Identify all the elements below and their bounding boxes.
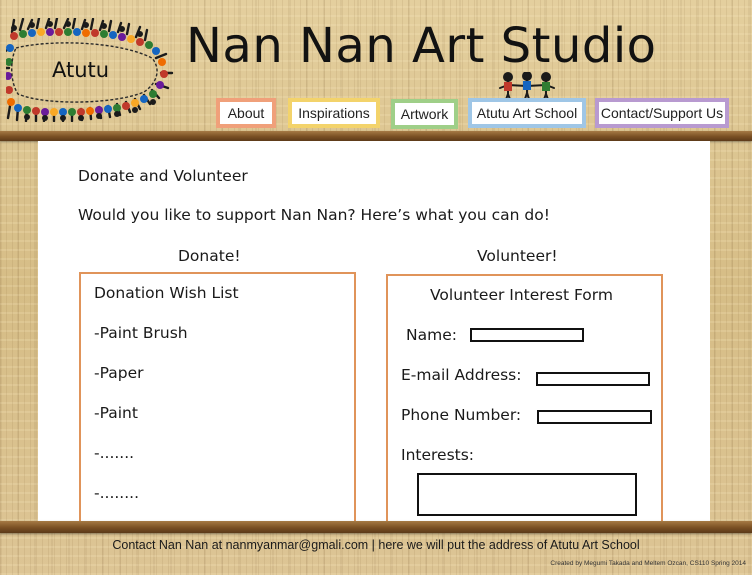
volunteer-form-box: Volunteer Interest Form Name: E-mail Add… [386, 274, 663, 527]
wood-plank-bottom [0, 521, 752, 533]
volunteer-form-title: Volunteer Interest Form [430, 286, 613, 304]
list-item: -Paint [94, 404, 138, 422]
interests-textarea[interactable] [417, 473, 637, 516]
phone-input[interactable] [537, 410, 652, 424]
donation-wish-list-box: Donation Wish List -Paint Brush -Paper -… [79, 272, 356, 527]
list-item: -Paper [94, 364, 144, 382]
name-label: Name: [406, 326, 457, 344]
site-header: Atutu Nan Nan Art Studio About Inspirati… [0, 0, 752, 135]
nav-atutu-art-school[interactable]: Atutu Art School [468, 98, 586, 128]
site-title: Nan Nan Art Studio [186, 18, 657, 74]
main-content: Donate and Volunteer Would you like to s… [38, 141, 710, 527]
donate-title: Donate! [178, 247, 241, 265]
intro-text: Would you like to support Nan Nan? Here’… [78, 206, 550, 224]
email-input[interactable] [536, 372, 650, 386]
list-item: -Paint Brush [94, 324, 188, 342]
logo-text: Atutu [52, 58, 110, 82]
interests-label: Interests: [401, 446, 475, 464]
list-item: -........ [94, 484, 140, 502]
volunteer-title: Volunteer! [477, 247, 558, 265]
footer-contact: Contact Nan Nan at nanmyanmar@gmali.com … [112, 538, 640, 552]
list-item: -....... [94, 444, 135, 462]
email-label: E-mail Address: [401, 366, 522, 384]
footer-credit: Created by Megumi Takada and Meltem Ozca… [550, 560, 746, 567]
phone-label: Phone Number: [401, 406, 522, 424]
wood-plank-top [0, 131, 752, 141]
name-input[interactable] [470, 328, 584, 342]
donation-wish-list-title: Donation Wish List [94, 284, 239, 302]
nav-artwork[interactable]: Artwork [391, 99, 458, 129]
page-heading: Donate and Volunteer [78, 167, 248, 185]
nav-about[interactable]: About [216, 98, 276, 128]
nav-contact-support[interactable]: Contact/Support Us [595, 98, 729, 128]
nav-inspirations[interactable]: Inspirations [288, 98, 380, 128]
